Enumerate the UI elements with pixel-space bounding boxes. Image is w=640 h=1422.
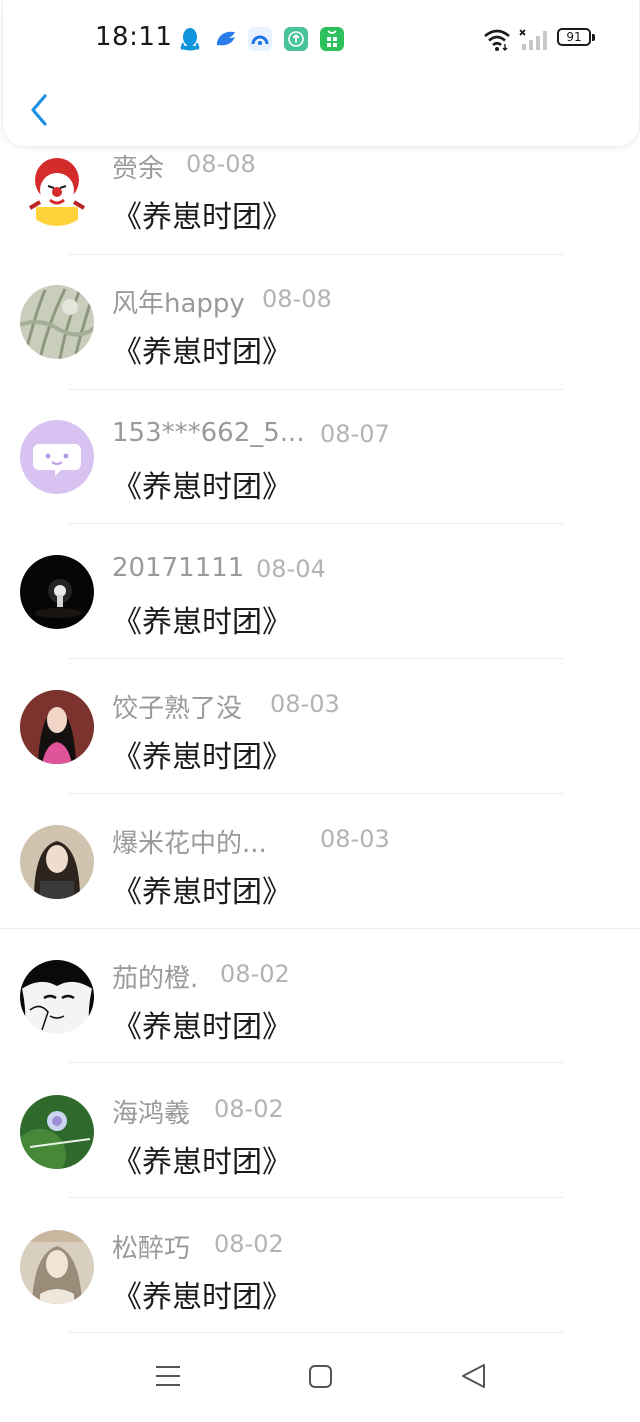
list-item[interactable]: 饺子熟了没 08-03 《养崽时团》 bbox=[0, 680, 640, 815]
comment-date: 08-07 bbox=[320, 420, 390, 448]
wifi-icon bbox=[483, 28, 511, 52]
avatar[interactable] bbox=[20, 1230, 94, 1304]
qq-icon bbox=[177, 26, 203, 52]
avatar[interactable] bbox=[20, 960, 94, 1034]
home-button[interactable] bbox=[300, 1356, 340, 1396]
comment-text: 《养崽时团》 bbox=[112, 740, 292, 775]
avatar[interactable] bbox=[20, 285, 94, 359]
comment-text: 《养崽时团》 bbox=[112, 1280, 292, 1315]
comment-text: 《养崽时团》 bbox=[112, 1010, 292, 1045]
back-button[interactable] bbox=[21, 88, 57, 132]
divider bbox=[68, 793, 564, 794]
commenter-name: 赍余 bbox=[112, 154, 165, 184]
list-item[interactable]: 海鸿羲 08-02 《养崽时团》 bbox=[0, 1085, 640, 1220]
comment-date: 08-03 bbox=[320, 825, 390, 853]
comment-text: 《养崽时团》 bbox=[112, 470, 292, 505]
comment-text: 《养崽时团》 bbox=[112, 335, 292, 370]
divider bbox=[68, 1197, 564, 1198]
list-item[interactable]: 20171111 08-04 《养崽时团》 bbox=[0, 545, 640, 680]
battery-level: 91 bbox=[566, 30, 582, 44]
commenter-name: 153***662_5... bbox=[112, 418, 305, 448]
comment-text: 《养崽时团》 bbox=[112, 875, 292, 910]
avatar[interactable] bbox=[20, 825, 94, 899]
list-item[interactable]: 茄的橙. 08-02 《养崽时团》 bbox=[0, 950, 640, 1085]
commenter-name: 松醉巧 bbox=[112, 1234, 191, 1264]
list-item[interactable]: 爆米花中的... 08-03 《养崽时团》 bbox=[0, 815, 640, 950]
status-bar: 18:11 91 bbox=[3, 0, 639, 80]
comment-date: 08-03 bbox=[270, 690, 340, 718]
avatar[interactable] bbox=[20, 555, 94, 629]
comment-date: 08-02 bbox=[214, 1230, 284, 1258]
comment-date: 08-02 bbox=[214, 1095, 284, 1123]
chevron-left-icon bbox=[31, 94, 47, 126]
comment-text: 《养崽时团》 bbox=[112, 1145, 292, 1180]
browser-app-icon bbox=[247, 26, 273, 52]
commenter-name: 爆米花中的... bbox=[112, 829, 267, 859]
divider bbox=[0, 928, 640, 929]
bird-app-icon bbox=[213, 26, 239, 52]
system-navigation-bar bbox=[0, 1336, 640, 1422]
divider bbox=[68, 1062, 564, 1063]
menu-button[interactable] bbox=[148, 1356, 188, 1396]
avatar[interactable] bbox=[20, 152, 94, 226]
avatar[interactable] bbox=[20, 1095, 94, 1169]
commenter-name: 茄的橙. bbox=[112, 964, 199, 994]
list-item[interactable]: 松醉巧 08-02 《养崽时团》 bbox=[0, 1220, 640, 1355]
menu-icon bbox=[156, 1366, 180, 1386]
commenter-name: 饺子熟了没 bbox=[112, 694, 243, 724]
comment-text: 《养崽时团》 bbox=[112, 605, 292, 640]
comment-text: 《养崽时团》 bbox=[112, 200, 292, 235]
divider bbox=[68, 523, 564, 524]
status-time: 18:11 bbox=[95, 22, 173, 52]
commenter-name: 海鸿羲 bbox=[112, 1099, 191, 1129]
home-square-icon bbox=[309, 1365, 332, 1388]
divider bbox=[68, 1332, 564, 1333]
comment-date: 08-04 bbox=[256, 555, 326, 583]
avatar[interactable] bbox=[20, 420, 94, 494]
comment-date: 08-02 bbox=[220, 960, 290, 988]
back-triangle-icon bbox=[462, 1364, 485, 1388]
divider bbox=[68, 389, 564, 390]
divider bbox=[68, 658, 564, 659]
signal-icon bbox=[519, 28, 549, 52]
system-back-button[interactable] bbox=[454, 1356, 494, 1396]
top-header: 18:11 91 bbox=[2, 0, 640, 147]
screen: 赍余 08-08 《养崽时团》 风年happy 08-08 《养崽时团》 153… bbox=[0, 0, 640, 1422]
commenter-name: 20171111 bbox=[112, 553, 245, 583]
store-app-icon bbox=[319, 26, 345, 52]
battery-icon: 91 bbox=[557, 28, 599, 50]
divider bbox=[68, 254, 564, 255]
comment-date: 08-08 bbox=[262, 285, 332, 313]
list-item[interactable]: 153***662_5... 08-07 《养崽时团》 bbox=[0, 410, 640, 545]
comment-date: 08-08 bbox=[186, 150, 256, 178]
avatar[interactable] bbox=[20, 690, 94, 764]
commenter-name: 风年happy bbox=[112, 289, 245, 319]
update-app-icon bbox=[283, 26, 309, 52]
